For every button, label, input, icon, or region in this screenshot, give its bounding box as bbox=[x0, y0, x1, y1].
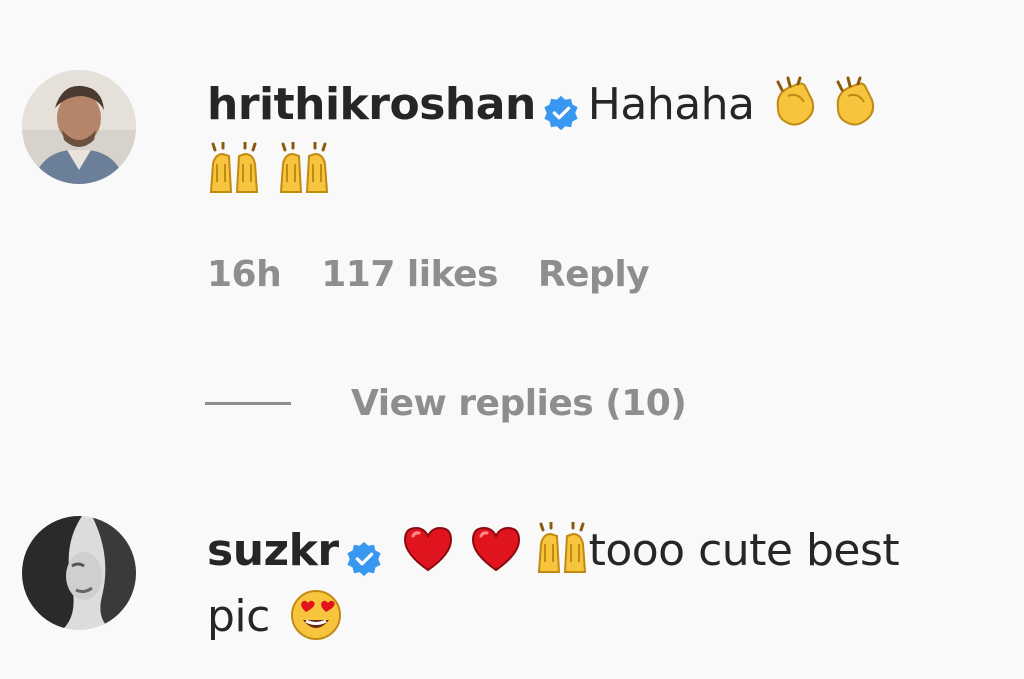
comment-text: tooo cute best bbox=[588, 525, 900, 576]
verified-badge-icon bbox=[542, 85, 580, 131]
view-replies-label: View replies (10) bbox=[351, 382, 687, 424]
comment-likes[interactable]: 117 likes bbox=[321, 254, 498, 295]
comment-body: hrithikroshan Hahaha bbox=[207, 72, 1007, 204]
raising-hands-icon bbox=[207, 142, 261, 196]
raising-hands-icon bbox=[535, 522, 589, 576]
heart-eyes-face-icon bbox=[289, 588, 343, 642]
avatar[interactable] bbox=[22, 516, 136, 630]
comment-username[interactable]: hrithikroshan bbox=[207, 79, 536, 130]
comment-timestamp[interactable]: 16h bbox=[207, 254, 282, 295]
view-replies-divider bbox=[205, 401, 291, 405]
comments-panel: hrithikroshan Hahaha 16h 117 likes Reply bbox=[0, 0, 1024, 679]
comment-body: suzkr tooo cute best pic bbox=[207, 518, 1007, 650]
reply-button[interactable]: Reply bbox=[538, 254, 650, 295]
raising-hands-icon bbox=[277, 142, 331, 196]
view-replies-button[interactable]: View replies (10) bbox=[205, 378, 687, 428]
clapping-hands-icon bbox=[768, 76, 822, 130]
comment-text-line2: pic bbox=[207, 591, 270, 642]
clapping-hands-icon bbox=[828, 76, 882, 130]
red-heart-icon bbox=[401, 522, 455, 576]
avatar[interactable] bbox=[22, 70, 136, 184]
verified-badge-icon bbox=[345, 531, 383, 577]
comment-text: Hahaha bbox=[587, 79, 755, 130]
comment-username[interactable]: suzkr bbox=[207, 525, 339, 576]
red-heart-icon bbox=[469, 522, 523, 576]
comment-meta: 16h 117 likes Reply bbox=[207, 254, 689, 295]
